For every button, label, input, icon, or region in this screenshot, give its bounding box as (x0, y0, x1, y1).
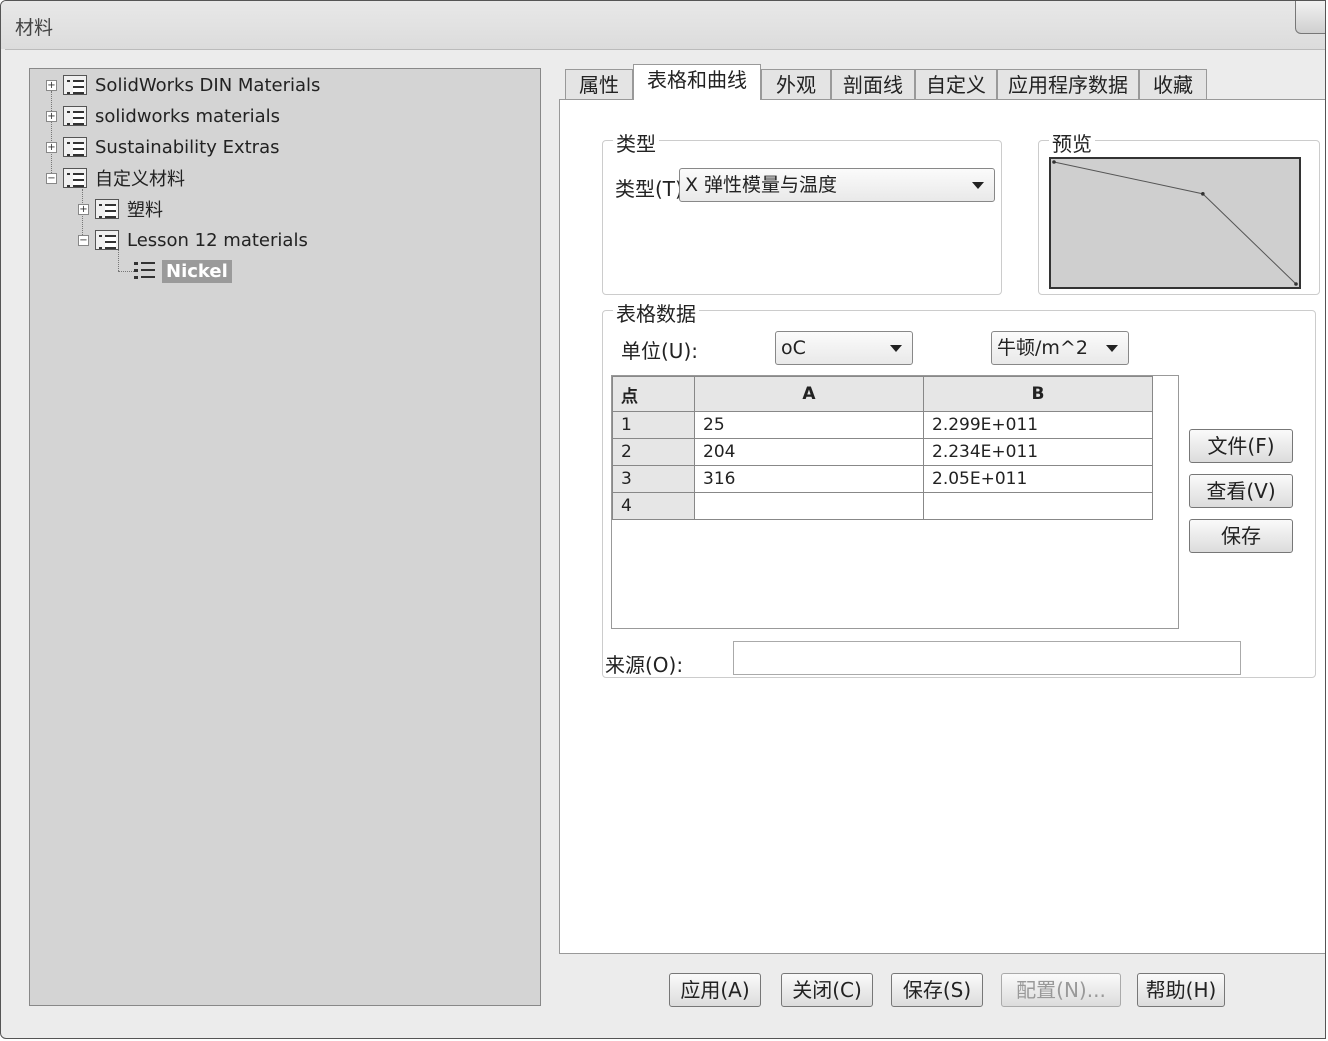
tab-appearance[interactable]: 外观 (761, 69, 831, 99)
tree-item-label: 塑料 (127, 200, 163, 221)
view-button[interactable]: 查看(V) (1189, 474, 1293, 508)
tree-item-custom-materials[interactable]: − 自定义材料 (46, 164, 185, 192)
tables-and-curves-panel: 类型 类型(T): X 弹性模量与温度 预览 表格数据 单位(U): oC 牛顿… (559, 99, 1325, 954)
collapse-icon[interactable]: − (46, 172, 57, 184)
row-number: 3 (612, 465, 695, 493)
row-number: 4 (612, 492, 695, 520)
tree-item-label: SolidWorks DIN Materials (95, 74, 321, 96)
chevron-down-icon (1106, 345, 1118, 352)
type-dropdown[interactable]: X 弹性模量与温度 (679, 168, 995, 202)
table-row: 4 (612, 492, 1153, 520)
preview-curve-point (1052, 160, 1056, 164)
unit-y-dropdown[interactable]: 牛顿/m^2 (991, 331, 1129, 365)
title-bar: 材料 (1, 1, 1325, 49)
collapse-icon[interactable]: − (78, 234, 89, 246)
column-header-point[interactable]: 点 (612, 376, 695, 412)
data-grid[interactable]: 点 A B 1 25 2.299E+011 2 204 2.234E+011 3… (611, 375, 1179, 629)
unit-y-value: 牛顿/m^2 (997, 337, 1088, 359)
tree-item-plastics[interactable]: + 塑料 (78, 195, 163, 223)
unit-x-dropdown[interactable]: oC (775, 331, 913, 365)
type-dropdown-value: X 弹性模量与温度 (685, 174, 838, 196)
tree-item-solidworks-din[interactable]: + SolidWorks DIN Materials (46, 71, 320, 99)
tab-tables-and-curves[interactable]: 表格和曲线 (633, 64, 761, 100)
unit-label: 单位(U): (621, 339, 698, 363)
column-header-b[interactable]: B (923, 376, 1153, 412)
close-button[interactable]: 关闭(C) (781, 973, 873, 1007)
save-table-button[interactable]: 保存 (1189, 519, 1293, 553)
chevron-down-icon (972, 182, 984, 189)
cell-a[interactable]: 316 (694, 465, 924, 493)
preview-curve-line (1053, 161, 1297, 285)
expand-icon[interactable]: + (46, 110, 57, 122)
configure-button[interactable]: 配置(N)... (1001, 973, 1121, 1007)
expand-icon[interactable]: + (78, 203, 89, 215)
row-number: 2 (612, 438, 695, 466)
cell-b[interactable]: 2.05E+011 (923, 465, 1153, 493)
library-icon (63, 75, 87, 95)
tree-item-label: Sustainability Extras (95, 136, 280, 158)
preview-curve-point (1294, 282, 1298, 286)
table-row: 1 25 2.299E+011 (612, 411, 1153, 439)
expand-icon[interactable]: + (46, 79, 57, 91)
tree-item-sustainability-extras[interactable]: + Sustainability Extras (46, 133, 280, 161)
data-table: 点 A B 1 25 2.299E+011 2 204 2.234E+011 3… (612, 376, 1153, 520)
preview-group-title: 预览 (1049, 128, 1095, 157)
preview-group: 预览 (1038, 128, 1320, 295)
materials-dialog: 材料 + SolidWorks DIN Materials + solidwor… (0, 0, 1326, 1039)
tree-item-nickel[interactable]: Nickel (134, 257, 232, 285)
category-icon (95, 230, 119, 250)
tree-item-lesson-12-materials[interactable]: − Lesson 12 materials (78, 226, 308, 254)
tab-application-data[interactable]: 应用程序数据 (997, 69, 1139, 99)
preview-curve-svg (1052, 160, 1298, 286)
apply-button[interactable]: 应用(A) (669, 973, 761, 1007)
preview-chart (1049, 157, 1301, 289)
tree-connector (118, 271, 134, 272)
chevron-down-icon (890, 345, 902, 352)
tree-item-label: Nickel (162, 259, 232, 283)
cell-b[interactable] (923, 492, 1153, 520)
material-icon (134, 260, 156, 282)
cell-a[interactable]: 204 (694, 438, 924, 466)
tree-item-solidworks-materials[interactable]: + solidworks materials (46, 102, 280, 130)
unit-x-value: oC (781, 337, 806, 359)
table-data-group-title: 表格数据 (613, 298, 699, 327)
table-row: 2 204 2.234E+011 (612, 438, 1153, 466)
preview-curve-point (1201, 192, 1205, 196)
close-window-button[interactable] (1295, 1, 1325, 34)
library-icon (63, 106, 87, 126)
tab-properties[interactable]: 属性 (565, 69, 633, 99)
library-icon (63, 137, 87, 157)
table-header-row: 点 A B (612, 376, 1153, 412)
type-group: 类型 类型(T): X 弹性模量与温度 (602, 128, 1002, 295)
cell-b[interactable]: 2.234E+011 (923, 438, 1153, 466)
tree-item-label: Lesson 12 materials (127, 229, 308, 251)
cell-a[interactable]: 25 (694, 411, 924, 439)
category-icon (95, 199, 119, 219)
tab-custom[interactable]: 自定义 (915, 69, 997, 99)
library-icon (63, 168, 87, 188)
table-data-group: 表格数据 单位(U): oC 牛顿/m^2 点 A B 1 25 2.299E+… (602, 298, 1316, 678)
type-group-title: 类型 (613, 128, 659, 157)
tab-crosshatch[interactable]: 剖面线 (831, 69, 915, 99)
help-button[interactable]: 帮助(H) (1137, 973, 1225, 1007)
row-number: 1 (612, 411, 695, 439)
source-label: 来源(O): (605, 653, 684, 677)
column-header-a[interactable]: A (694, 376, 924, 412)
save-button[interactable]: 保存(S) (891, 973, 983, 1007)
material-tree[interactable]: + SolidWorks DIN Materials + solidworks … (29, 68, 541, 1006)
expand-icon[interactable]: + (46, 141, 57, 153)
table-row: 3 316 2.05E+011 (612, 465, 1153, 493)
tab-favorites[interactable]: 收藏 (1139, 69, 1207, 99)
cell-b[interactable]: 2.299E+011 (923, 411, 1153, 439)
dialog-content: + SolidWorks DIN Materials + solidworks … (5, 49, 1325, 1028)
source-input[interactable] (733, 641, 1241, 675)
tree-item-label: solidworks materials (95, 105, 280, 127)
cell-a[interactable] (694, 492, 924, 520)
file-button[interactable]: 文件(F) (1189, 429, 1293, 463)
tree-item-label: 自定义材料 (95, 169, 185, 190)
window-title: 材料 (15, 17, 54, 39)
